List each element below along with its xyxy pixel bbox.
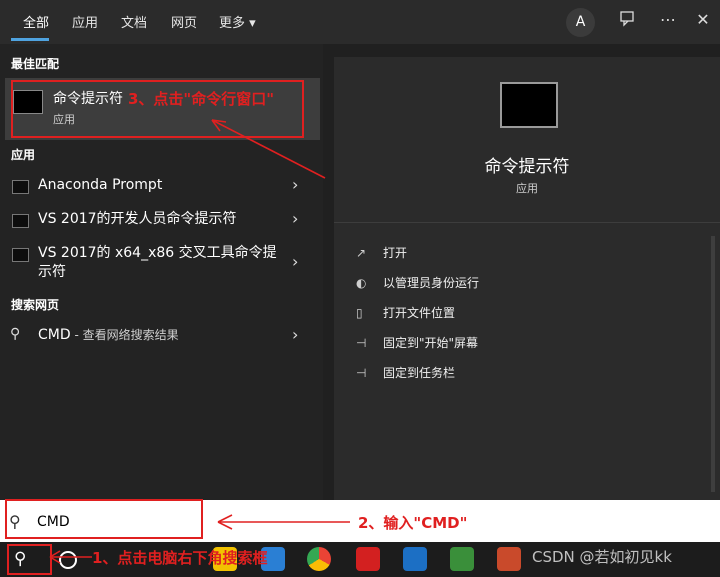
annotation-arrows bbox=[49, 119, 350, 564]
